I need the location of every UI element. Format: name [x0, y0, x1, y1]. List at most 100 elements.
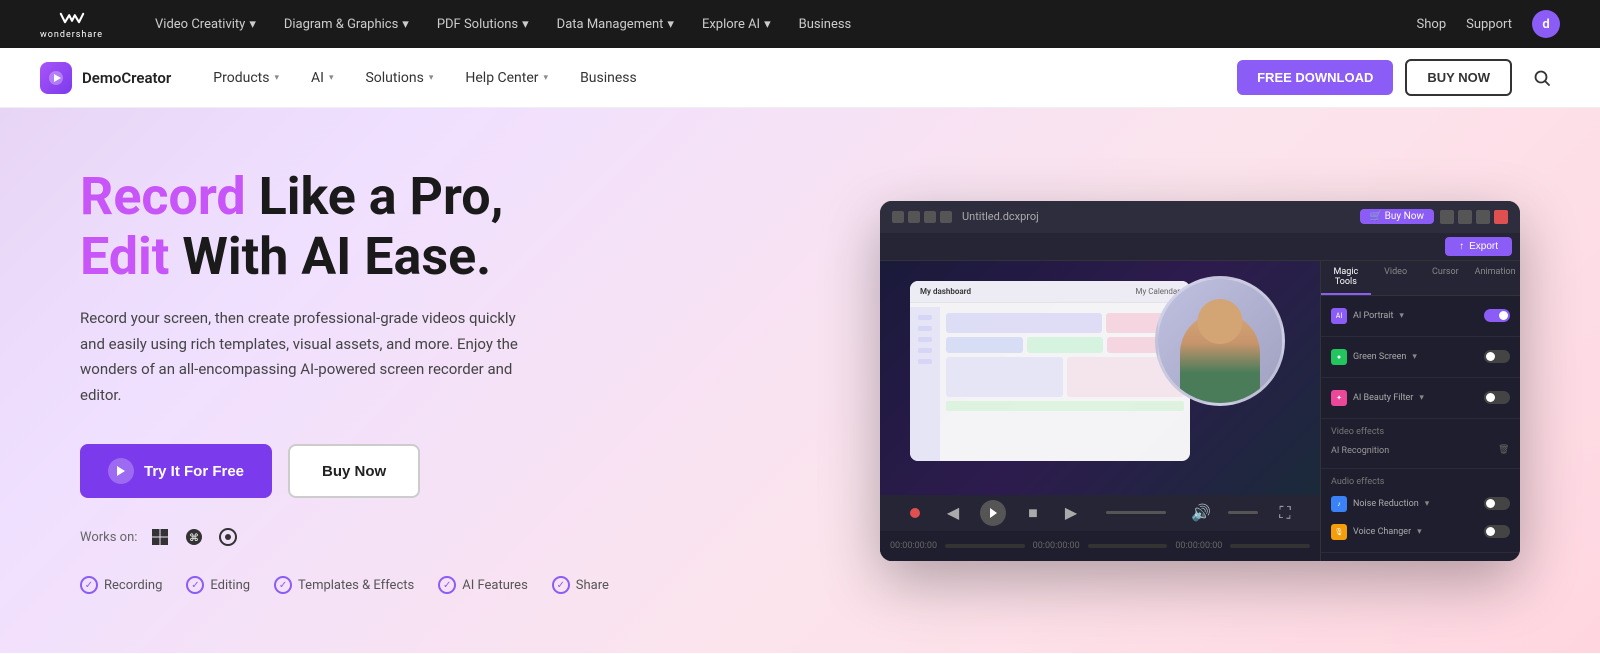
- feature-tab-editing[interactable]: ✓ Editing: [186, 576, 250, 594]
- top-nav-video-creativity[interactable]: Video Creativity ▾: [155, 17, 256, 32]
- volume-button[interactable]: 🔊: [1190, 502, 1212, 524]
- top-nav-data-management[interactable]: Data Management ▾: [557, 17, 674, 32]
- hero-buttons: Try It For Free Buy Now: [80, 444, 700, 498]
- timeline-track-2[interactable]: [1088, 544, 1168, 548]
- top-nav-business[interactable]: Business: [799, 17, 852, 32]
- prev-button[interactable]: ◀: [942, 502, 964, 524]
- person-image: [1155, 276, 1285, 406]
- green-screen-section: ● Green Screen ▾: [1321, 337, 1520, 378]
- right-panel: Magic Tools Video Cursor Animation AI AI…: [1320, 261, 1520, 561]
- panel-tab-animation[interactable]: Animation: [1470, 261, 1520, 295]
- panel-tab-cursor[interactable]: Cursor: [1421, 261, 1471, 295]
- dash-header: My dashboard My Calendar: [910, 281, 1190, 303]
- feature-tab-recording[interactable]: ✓ Recording: [80, 576, 162, 594]
- panel-tab-magic-tools[interactable]: Magic Tools: [1321, 261, 1371, 295]
- stop-button[interactable]: ■: [1022, 502, 1044, 524]
- timeline-track-1[interactable]: [945, 544, 1025, 548]
- preview-content: My dashboard My Calendar: [880, 261, 1320, 495]
- ai-portrait-icon: AI: [1331, 308, 1347, 324]
- record-button[interactable]: [904, 502, 926, 524]
- app-body: My dashboard My Calendar: [880, 261, 1520, 561]
- try-icon: [108, 458, 134, 484]
- person-head: [1198, 299, 1243, 344]
- buy-now-button[interactable]: BUY NOW: [1405, 59, 1512, 96]
- chevron-down-icon: ▾: [429, 73, 434, 83]
- check-icon: ✓: [274, 576, 292, 594]
- ai-beauty-section: ✦ AI Beauty Filter ▾: [1321, 378, 1520, 419]
- panel-tabs: Magic Tools Video Cursor Animation: [1321, 261, 1520, 296]
- app-screenshot: Untitled.dcxproj 🛒 Buy Now ↑ Export: [880, 201, 1520, 561]
- ai-portrait-item: AI AI Portrait ▾: [1331, 304, 1510, 328]
- hero-section: Record Like a Pro, Edit With AI Ease. Re…: [0, 108, 1600, 653]
- hero-left-content: Record Like a Pro, Edit With AI Ease. Re…: [80, 167, 700, 595]
- ai-portrait-toggle[interactable]: [1484, 309, 1510, 322]
- play-button[interactable]: [980, 500, 1006, 526]
- windows-icon: [149, 526, 171, 548]
- panel-tab-video[interactable]: Video: [1371, 261, 1421, 295]
- ai-beauty-toggle[interactable]: [1484, 391, 1510, 404]
- top-nav-explore-ai[interactable]: Explore AI ▾: [702, 17, 771, 32]
- app-titlebar: Untitled.dcxproj 🛒 Buy Now: [880, 201, 1520, 233]
- noise-reduction-item: ♪ Noise Reduction ▾: [1331, 492, 1510, 516]
- timeline-track-3[interactable]: [1230, 544, 1310, 548]
- green-screen-icon: ●: [1331, 349, 1347, 365]
- chromeos-icon: [217, 526, 239, 548]
- app-title: Untitled.dcxproj: [962, 210, 1039, 223]
- check-icon: ✓: [80, 576, 98, 594]
- app-preview: My dashboard My Calendar: [880, 261, 1320, 495]
- voice-changer-toggle[interactable]: [1484, 525, 1510, 538]
- app-main: My dashboard My Calendar: [880, 261, 1320, 561]
- free-download-button[interactable]: FREE DOWNLOAD: [1237, 60, 1393, 95]
- feature-tab-share[interactable]: ✓ Share: [552, 576, 609, 594]
- top-nav-diagram-graphics[interactable]: Diagram & Graphics ▾: [284, 17, 409, 32]
- play-icon: [116, 465, 126, 477]
- titlebar-right: 🛒 Buy Now: [1360, 209, 1508, 224]
- top-nav-pdf-solutions[interactable]: PDF Solutions ▾: [437, 17, 529, 32]
- next-button[interactable]: ▶: [1060, 502, 1082, 524]
- feature-tab-templates[interactable]: ✓ Templates & Effects: [274, 576, 414, 594]
- brand-logo[interactable]: DemoCreator: [40, 62, 171, 94]
- voice-changer-icon: 🎙: [1331, 524, 1347, 540]
- buy-now-app-button[interactable]: 🛒 Buy Now: [1360, 209, 1434, 224]
- feature-tabs: ✓ Recording ✓ Editing ✓ Templates & Effe…: [80, 576, 700, 594]
- video-effects-title: Video effects: [1331, 427, 1510, 437]
- dash-sidebar: [910, 307, 940, 461]
- search-icon: [1533, 69, 1551, 87]
- hero-right: Untitled.dcxproj 🛒 Buy Now ↑ Export: [700, 201, 1520, 561]
- delete-icon[interactable]: 🗑: [1498, 445, 1510, 457]
- sec-nav-ai[interactable]: AI ▾: [297, 62, 347, 94]
- sec-nav-business[interactable]: Business: [566, 62, 651, 94]
- green-screen-toggle[interactable]: [1484, 350, 1510, 363]
- sec-nav-right: FREE DOWNLOAD BUY NOW: [1237, 59, 1560, 96]
- fullscreen-button[interactable]: ⛶: [1274, 502, 1296, 524]
- audio-effects-section: Audio effects ♪ Noise Reduction ▾ 🎙: [1321, 469, 1520, 553]
- user-avatar[interactable]: d: [1532, 10, 1560, 38]
- brand-name: DemoCreator: [82, 69, 171, 87]
- democreator-icon: [40, 62, 72, 94]
- voice-changer-item: 🎙 Voice Changer ▾: [1331, 520, 1510, 544]
- hero-description: Record your screen, then create professi…: [80, 306, 540, 408]
- noise-reduction-toggle[interactable]: [1484, 497, 1510, 510]
- svg-text:⌘: ⌘: [189, 533, 199, 544]
- shop-link[interactable]: Shop: [1417, 17, 1447, 32]
- sec-nav-products[interactable]: Products ▾: [199, 62, 293, 94]
- top-navigation: wondershare Video Creativity ▾ Diagram &…: [0, 0, 1600, 48]
- green-screen-item: ● Green Screen ▾: [1331, 345, 1510, 369]
- dash-content: [940, 307, 1190, 461]
- export-button[interactable]: ↑ Export: [1445, 237, 1512, 256]
- feature-tab-ai[interactable]: ✓ AI Features: [438, 576, 528, 594]
- check-icon: ✓: [552, 576, 570, 594]
- buy-now-hero-button[interactable]: Buy Now: [288, 444, 420, 498]
- top-nav-items: Video Creativity ▾ Diagram & Graphics ▾ …: [155, 17, 1385, 32]
- support-link[interactable]: Support: [1466, 17, 1512, 32]
- hero-title: Record Like a Pro, Edit With AI Ease.: [80, 167, 700, 287]
- sec-nav-help-center[interactable]: Help Center ▾: [451, 62, 562, 94]
- sec-nav-solutions[interactable]: Solutions ▾: [351, 62, 447, 94]
- wondershare-logo[interactable]: wondershare: [40, 8, 103, 40]
- dashboard-mockup: My dashboard My Calendar: [910, 281, 1190, 461]
- ai-beauty-icon: ✦: [1331, 390, 1347, 406]
- ai-beauty-item: ✦ AI Beauty Filter ▾: [1331, 386, 1510, 410]
- search-button[interactable]: [1524, 60, 1560, 96]
- check-icon: ✓: [438, 576, 456, 594]
- try-free-button[interactable]: Try It For Free: [80, 444, 272, 498]
